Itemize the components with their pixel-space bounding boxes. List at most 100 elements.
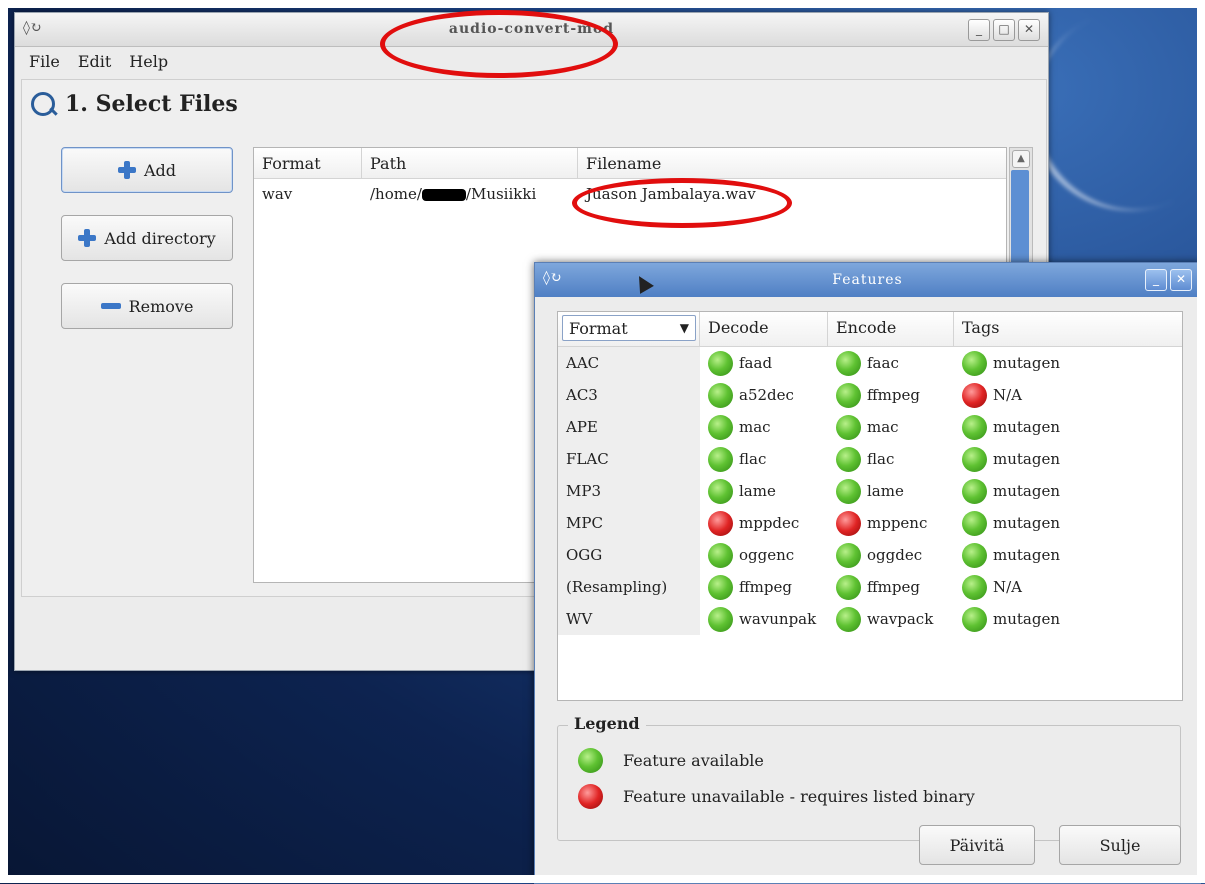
cell-encode: ffmpeg: [828, 574, 954, 600]
cell-encode: oggdec: [828, 542, 954, 568]
legend-unavailable-label: Feature unavailable - requires listed bi…: [623, 787, 975, 806]
remove-button[interactable]: Remove: [61, 283, 233, 329]
encode-binary: lame: [867, 482, 904, 500]
features-table-body: AAC faad faac mutagen AC3 a52dec ffmpeg N/A APE m…: [558, 347, 1182, 635]
cell-encode: faac: [828, 350, 954, 376]
path-suffix: /Musiikki: [465, 185, 537, 203]
green-status-icon: [836, 382, 861, 408]
cell-format: FLAC: [558, 443, 700, 475]
table-row[interactable]: AC3 a52dec ffmpeg N/A: [558, 379, 1182, 411]
close-icon[interactable]: ✕: [1018, 19, 1040, 41]
cell-tags: N/A: [954, 574, 1180, 600]
cell-decode: lame: [700, 478, 828, 504]
cell-decode: ffmpeg: [700, 574, 828, 600]
decode-binary: wavunpak: [739, 610, 817, 628]
cell-format: (Resampling): [558, 571, 700, 603]
cell-encode: mppenc: [828, 510, 954, 536]
green-status-icon: [836, 414, 861, 440]
decode-binary: ffmpeg: [739, 578, 792, 596]
green-status-icon: [962, 350, 987, 376]
file-list-header: Format Path Filename: [254, 148, 1006, 179]
column-tags[interactable]: Tags: [954, 312, 1180, 346]
cell-encode: wavpack: [828, 606, 954, 632]
add-directory-label: Add directory: [104, 228, 216, 248]
encode-binary: mac: [867, 418, 899, 436]
menu-file[interactable]: File: [29, 52, 60, 71]
section-title-text: 1. Select Files: [65, 91, 238, 117]
legend-available-label: Feature available: [623, 751, 764, 770]
table-row[interactable]: MP3 lame lame mutagen: [558, 475, 1182, 507]
scroll-thumb[interactable]: [1011, 170, 1029, 270]
features-titlebar[interactable]: ◊↻ Features _ ✕: [535, 263, 1200, 297]
green-status-icon: [708, 382, 733, 408]
tags-binary: mutagen: [993, 450, 1060, 468]
table-row[interactable]: APE mac mac mutagen: [558, 411, 1182, 443]
column-format[interactable]: Format: [254, 148, 362, 178]
cell-decode: faad: [700, 350, 828, 376]
green-status-icon: [836, 542, 861, 568]
menu-edit[interactable]: Edit: [78, 52, 111, 71]
table-row[interactable]: FLAC flac flac mutagen: [558, 443, 1182, 475]
cell-path: /home/ /Musiikki: [362, 185, 578, 203]
cell-tags: mutagen: [954, 414, 1180, 440]
tags-binary: mutagen: [993, 546, 1060, 564]
table-row[interactable]: WV wavunpak wavpack mutagen: [558, 603, 1182, 635]
column-filename[interactable]: Filename: [578, 148, 1004, 178]
menu-help[interactable]: Help: [129, 52, 168, 71]
green-status-icon: [708, 574, 733, 600]
cell-format: AAC: [558, 347, 700, 379]
green-status-icon: [836, 478, 861, 504]
table-row[interactable]: AAC faad faac mutagen: [558, 347, 1182, 379]
add-button-label: Add: [143, 160, 177, 180]
cell-encode: lame: [828, 478, 954, 504]
maximize-icon[interactable]: □: [993, 19, 1015, 41]
cell-tags: N/A: [954, 382, 1180, 408]
encode-binary: faac: [867, 354, 899, 372]
cell-tags: mutagen: [954, 446, 1180, 472]
green-status-icon: [708, 350, 733, 376]
green-status-icon: [962, 510, 987, 536]
green-status-icon: [708, 606, 733, 632]
table-row[interactable]: (Resampling) ffmpeg ffmpeg N/A: [558, 571, 1182, 603]
format-dropdown[interactable]: Format ▼: [562, 315, 696, 341]
green-status-icon: [962, 606, 987, 632]
close-button-label: Sulje: [1099, 835, 1141, 855]
minimize-icon[interactable]: _: [968, 19, 990, 41]
add-button[interactable]: Add: [61, 147, 233, 193]
tags-binary: N/A: [993, 578, 1023, 596]
decode-binary: oggenc: [739, 546, 795, 564]
cell-format: MPC: [558, 507, 700, 539]
decode-binary: a52dec: [739, 386, 794, 404]
column-path[interactable]: Path: [362, 148, 578, 178]
scroll-up-icon[interactable]: ▲: [1012, 150, 1030, 168]
encode-binary: oggdec: [867, 546, 923, 564]
green-status-icon: [836, 350, 861, 376]
table-row[interactable]: MPC mppdec mppenc mutagen: [558, 507, 1182, 539]
red-status-icon: [708, 510, 733, 536]
legend-box: Legend Feature available Feature unavail…: [557, 714, 1181, 841]
cell-decode: flac: [700, 446, 828, 472]
plus-icon: [78, 229, 97, 247]
tags-binary: mutagen: [993, 482, 1060, 500]
features-table[interactable]: Format ▼ Decode Encode Tags AAC faad faac m…: [557, 311, 1183, 701]
minimize-icon[interactable]: _: [1145, 269, 1167, 291]
cell-format: APE: [558, 411, 700, 443]
encode-binary: flac: [867, 450, 895, 468]
column-decode[interactable]: Decode: [700, 312, 828, 346]
table-row[interactable]: OGG oggenc oggdec mutagen: [558, 539, 1182, 571]
cell-format: MP3: [558, 475, 700, 507]
encode-binary: ffmpeg: [867, 578, 920, 596]
red-status-icon: [578, 784, 603, 809]
close-button[interactable]: Sulje: [1059, 825, 1181, 865]
green-status-icon: [708, 414, 733, 440]
column-encode[interactable]: Encode: [828, 312, 954, 346]
cell-decode: wavunpak: [700, 606, 828, 632]
cell-decode: mppdec: [700, 510, 828, 536]
add-directory-button[interactable]: Add directory: [61, 215, 233, 261]
close-icon[interactable]: ✕: [1170, 269, 1192, 291]
green-status-icon: [708, 542, 733, 568]
legend-unavailable: Feature unavailable - requires listed bi…: [578, 784, 975, 809]
cell-tags: mutagen: [954, 606, 1180, 632]
refresh-button[interactable]: Päivitä: [919, 825, 1035, 865]
format-dropdown-value: Format: [569, 318, 628, 338]
